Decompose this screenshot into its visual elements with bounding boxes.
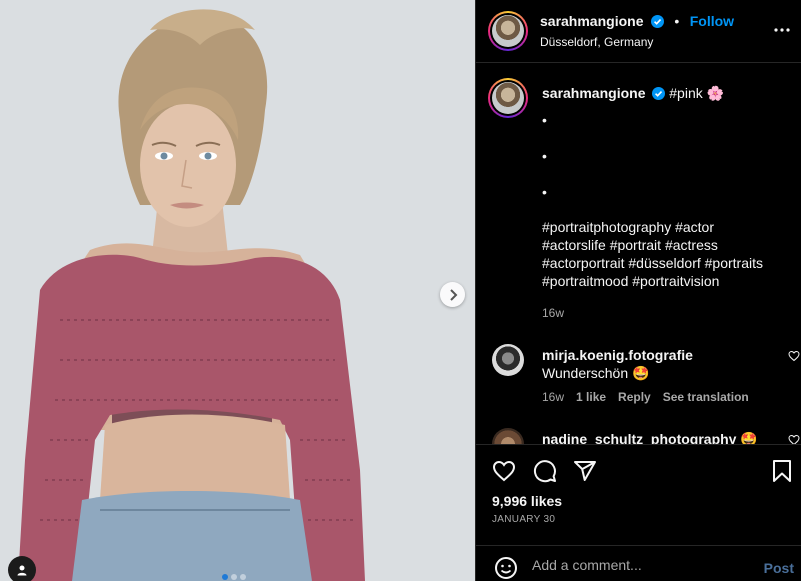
emoji-icon[interactable]: [494, 556, 518, 580]
chevron-right-icon: [449, 288, 457, 301]
heart-icon[interactable]: [788, 350, 800, 362]
hashtag-line[interactable]: #actorslife #portrait #actress: [542, 236, 782, 254]
post-location[interactable]: Düsseldorf, Germany: [540, 35, 653, 49]
verified-badge-icon: [650, 15, 664, 28]
author-avatar[interactable]: [488, 11, 528, 51]
hashtag-line[interactable]: #actorportrait #düsseldorf #portraits: [542, 254, 782, 272]
heart-icon[interactable]: [492, 459, 516, 483]
commenter-username[interactable]: nadine_schultz_photography: [542, 431, 736, 444]
comment-likes[interactable]: 1 like: [576, 388, 606, 406]
post-caption: sarahmangione #pink 🌸 • • • #portraitpho…: [542, 84, 782, 290]
comment-icon[interactable]: [533, 459, 557, 483]
post-media[interactable]: [0, 0, 475, 581]
post-actions: 9,996 likes JANUARY 30: [476, 444, 801, 544]
comment-text: Wunderschön 🤩: [542, 365, 650, 381]
carousel-next-button[interactable]: [440, 282, 465, 307]
bookmark-icon[interactable]: [772, 459, 792, 483]
verified-badge-icon: [652, 87, 666, 100]
follow-button[interactable]: Follow: [690, 13, 734, 29]
comment-input[interactable]: [532, 557, 752, 573]
caption-username[interactable]: sarahmangione: [542, 85, 645, 101]
commenter-avatar[interactable]: [492, 428, 524, 444]
header-separator: •: [674, 13, 680, 29]
likes-count[interactable]: 9,996 likes: [492, 493, 562, 509]
caption-author-avatar[interactable]: [488, 78, 528, 118]
author-username[interactable]: sarahmangione: [540, 13, 643, 29]
commenter-avatar[interactable]: [492, 344, 524, 376]
hashtag-line[interactable]: #portraitmood #portraitvision: [542, 272, 782, 290]
caption-first-line: #pink 🌸: [669, 85, 725, 101]
heart-icon[interactable]: [788, 434, 800, 444]
reply-button[interactable]: Reply: [618, 388, 651, 406]
more-horizontal-icon[interactable]: [774, 22, 790, 38]
comments-scroll-area[interactable]: sarahmangione #pink 🌸 • • • #portraitpho…: [476, 64, 801, 444]
post-date[interactable]: JANUARY 30: [492, 514, 555, 525]
post-comment-button[interactable]: Post: [764, 560, 794, 576]
carousel-indicator: [222, 574, 246, 580]
caption-dot-line: •: [542, 148, 547, 164]
comment-text: 🤩: [740, 431, 758, 444]
carousel-dot: [222, 574, 228, 580]
post-sidebar: sarahmangione • Follow Düsseldorf, Germa…: [475, 0, 801, 581]
comment-age: 16w: [542, 390, 565, 404]
comment-item: nadine_schultz_photography 🤩: [492, 428, 800, 444]
share-icon[interactable]: [573, 459, 597, 483]
caption-dot-line: •: [542, 184, 547, 200]
post-header: sarahmangione • Follow Düsseldorf, Germa…: [476, 0, 801, 63]
caption-age: 16w: [542, 306, 565, 320]
carousel-dot: [231, 574, 237, 580]
post-photo: [0, 0, 475, 581]
tagged-users-button[interactable]: [8, 556, 36, 581]
comment-item: mirja.koenig.fotografie Wunderschön 🤩 16…: [492, 344, 800, 406]
caption-dot-line: •: [542, 112, 547, 128]
user-tag-icon: [17, 565, 27, 576]
hashtag-line[interactable]: #portraitphotography #actor: [542, 218, 782, 236]
comment-composer: Post: [476, 545, 801, 581]
commenter-username[interactable]: mirja.koenig.fotografie: [542, 346, 772, 364]
carousel-dot: [240, 574, 246, 580]
see-translation-button[interactable]: See translation: [663, 388, 749, 406]
